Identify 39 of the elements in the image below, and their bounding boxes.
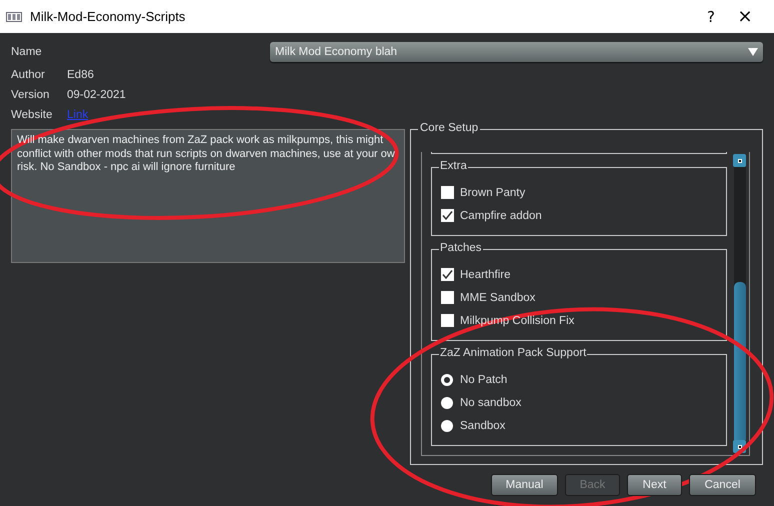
website-link[interactable]: Link bbox=[67, 109, 88, 121]
dialog-button[interactable]: Next bbox=[627, 474, 682, 496]
radio-button[interactable] bbox=[441, 420, 453, 432]
app-icon bbox=[6, 12, 22, 22]
dialog-button[interactable]: Cancel bbox=[689, 474, 756, 496]
name-dropdown[interactable]: Milk Mod Economy blah bbox=[270, 42, 763, 62]
close-button[interactable]: × bbox=[728, 4, 762, 30]
option-label: Campfire addon bbox=[460, 210, 542, 222]
help-button[interactable]: ? bbox=[694, 4, 728, 30]
field-label: Version bbox=[11, 89, 50, 101]
group-title: ZaZ Animation Pack Support bbox=[439, 347, 588, 359]
group-title: Core Setup bbox=[418, 122, 480, 134]
window-title: Milk-Mod-Economy-Scripts bbox=[30, 9, 186, 24]
field-label: Name bbox=[11, 46, 43, 58]
scrollbar[interactable] bbox=[733, 152, 747, 455]
field-value: Ed86 bbox=[67, 69, 94, 81]
scroll-thumb[interactable] bbox=[734, 282, 746, 440]
option-label: MME Sandbox bbox=[460, 292, 536, 304]
field-value: 09-02-2021 bbox=[67, 89, 126, 101]
scroll-up-button[interactable] bbox=[733, 154, 746, 167]
caret-icon bbox=[748, 48, 758, 56]
checkbox[interactable] bbox=[441, 209, 454, 222]
radio-button[interactable] bbox=[441, 396, 453, 408]
checkbox[interactable] bbox=[441, 186, 454, 199]
radio-button[interactable] bbox=[441, 374, 453, 386]
checkbox[interactable] bbox=[441, 291, 454, 304]
group-title: Patches bbox=[439, 242, 483, 254]
dialog-button[interactable]: Manual bbox=[491, 474, 558, 496]
option-label: Hearthfire bbox=[460, 268, 510, 280]
option-label: Brown Panty bbox=[460, 186, 526, 198]
dropdown-value: Milk Mod Economy blah bbox=[275, 46, 398, 58]
option-label: No sandbox bbox=[460, 396, 522, 408]
option-label: Sandbox bbox=[460, 420, 506, 432]
checkbox[interactable] bbox=[441, 268, 454, 281]
checkbox[interactable] bbox=[441, 314, 454, 327]
field-label: Author bbox=[11, 69, 46, 81]
group-title: Extra bbox=[439, 160, 468, 172]
field-label: Website bbox=[11, 109, 54, 121]
option-label: No Patch bbox=[460, 374, 508, 386]
